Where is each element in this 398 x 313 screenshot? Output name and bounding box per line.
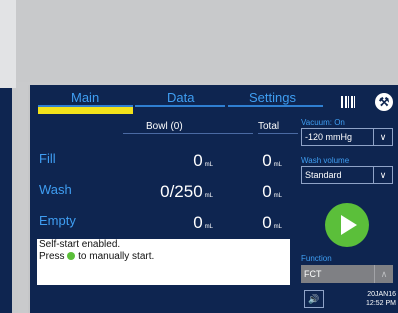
tab-main[interactable]: Main [71,90,99,105]
barcode-icon[interactable] [341,96,355,108]
header-divider [258,133,298,134]
wash-label: Wash [39,182,72,197]
tab-settings[interactable]: Settings [249,90,296,105]
datetime-display: 20JAN16 12:52 PM [366,291,396,307]
start-button[interactable] [325,203,369,247]
fill-total-value: 0 mL [262,151,282,170]
start-dot-icon [67,252,76,260]
message-line-2: Press to manually start. [39,251,155,262]
empty-label: Empty [39,213,76,228]
chevron-down-icon[interactable]: ∨ [373,167,392,183]
device-screen: Main Data Settings ⚒ Bowl (0) Total Fill… [28,85,398,313]
background-top [0,0,398,82]
wash-bowl-value: 0/250 mL [160,182,213,201]
tab-data[interactable]: Data [167,90,194,105]
play-icon [341,215,357,235]
header-divider [123,133,253,134]
chevron-up-icon[interactable]: ∧ [374,265,393,283]
empty-total-value: 0 mL [262,213,282,232]
fill-label: Fill [39,151,56,166]
function-label: Function [301,254,332,263]
wash-volume-label: Wash volume [301,156,350,165]
left-gray-strip [12,88,18,313]
fill-bowl-value: 0 mL [193,151,213,170]
vacuum-label: Vacuum: On [301,118,345,127]
vacuum-dropdown[interactable]: -120 mmHg ∨ [301,128,393,146]
left-dark-strip [0,88,12,313]
empty-bowl-value: 0 mL [193,213,213,232]
wash-volume-dropdown[interactable]: Standard ∨ [301,166,393,184]
speaker-icon[interactable]: 🔊 [304,290,324,308]
active-tab-indicator [38,107,133,114]
tab-underline-settings [228,105,323,107]
chevron-down-icon[interactable]: ∨ [373,129,392,145]
wrench-icon[interactable]: ⚒ [375,93,393,111]
wash-total-value: 0 mL [262,182,282,201]
tab-underline-data [135,105,225,107]
function-select[interactable]: FCT ∧ [301,265,393,283]
message-line-1: Self-start enabled. [39,239,121,250]
status-message-box: Self-start enabled. Press to manually st… [37,239,290,285]
total-column-header: Total [258,121,280,132]
bowl-column-header: Bowl (0) [146,121,183,132]
